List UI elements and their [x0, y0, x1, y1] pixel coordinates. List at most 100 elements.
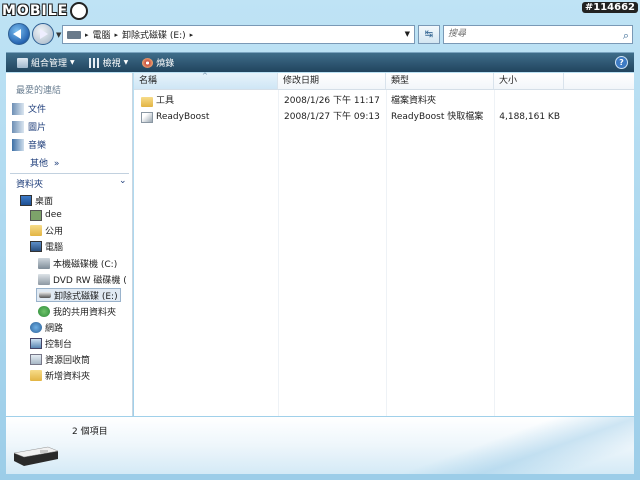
- help-button[interactable]: ?: [615, 56, 628, 69]
- refresh-button[interactable]: ↹: [418, 25, 440, 44]
- tree-item-drive-c[interactable]: 本機磁碟機 (C:): [38, 256, 117, 270]
- pane-divider: [10, 173, 129, 174]
- burn-label: 燒錄: [156, 59, 175, 69]
- breadcrumb-drive[interactable]: 卸除式磁碟 (E:): [122, 28, 186, 41]
- file-name: 工具: [156, 96, 175, 106]
- back-arrow-icon: [13, 29, 21, 39]
- favorite-links-header: 最愛的連結: [16, 86, 62, 96]
- more-links[interactable]: 其他 »: [30, 156, 59, 169]
- computer-small-icon: [67, 30, 81, 39]
- tree-item-drive-e[interactable]: 卸除式磁碟 (E:): [36, 288, 121, 302]
- column-header-type[interactable]: 類型: [386, 73, 494, 90]
- column-label: 大小: [499, 76, 518, 86]
- documents-icon: [12, 102, 24, 115]
- favorite-link-pictures[interactable]: 圖片: [12, 120, 46, 133]
- file-list: 名稱 ^ 修改日期 類型 大小 工具 2008/1/26 下午 11:17 檔案…: [134, 72, 634, 416]
- tree-label: 控制台: [45, 339, 73, 350]
- forward-arrow-icon: [40, 29, 48, 39]
- back-button[interactable]: [8, 23, 30, 45]
- desktop-icon: [20, 194, 32, 206]
- tree-item-control-panel[interactable]: 控制台: [30, 336, 72, 350]
- tree-label: 網路: [45, 323, 64, 334]
- watermark-text: MOBILE: [2, 3, 69, 19]
- tree-item-new-folder[interactable]: 新增資料夾: [30, 368, 90, 382]
- tree-label: dee: [45, 210, 62, 220]
- column-header-name[interactable]: 名稱 ^: [134, 72, 278, 90]
- tree-item-recycle-bin[interactable]: 資源回收筒: [30, 352, 90, 366]
- computer-icon: [30, 240, 42, 252]
- breadcrumb-separator-icon[interactable]: ▸: [85, 31, 89, 39]
- file-date: 2008/1/26 下午 11:17: [284, 96, 380, 106]
- navigation-pane: 最愛的連結 文件 圖片 音樂 其他 » 資料夾 ⌄ 桌面 dee 公用 電腦 本…: [6, 73, 133, 416]
- address-dropdown-icon[interactable]: ▼: [405, 30, 410, 38]
- recent-pages-dropdown[interactable]: ▼: [56, 31, 61, 39]
- views-button[interactable]: 檢視 ▼: [86, 56, 132, 69]
- double-chevron-icon: »: [53, 159, 60, 169]
- address-bar[interactable]: ▸ 電腦 ▸ 卸除式磁碟 (E:) ▸ ▼: [62, 25, 415, 44]
- search-icon[interactable]: ⌕: [623, 27, 629, 44]
- column-label: 名稱: [139, 76, 158, 86]
- tree-label: 新增資料夾: [45, 371, 91, 382]
- removable-drive-icon: [13, 446, 59, 466]
- tree-label: 本機磁碟機 (C:): [53, 259, 118, 270]
- search-placeholder: 搜尋: [448, 29, 467, 39]
- folder-icon: [30, 224, 42, 236]
- tree-label: 桌面: [35, 196, 54, 207]
- folder-icon: [141, 96, 153, 107]
- tree-item-dee[interactable]: dee: [30, 208, 62, 222]
- more-label: 其他: [30, 159, 49, 169]
- tree-item-desktop[interactable]: 桌面: [20, 193, 53, 207]
- network-icon: [30, 321, 42, 333]
- file-name-cell: 工具: [141, 94, 276, 109]
- readyboost-file-icon: [141, 112, 153, 123]
- watermark-tag: #114662: [581, 2, 638, 13]
- tree-item-computer[interactable]: 電腦: [30, 239, 63, 253]
- column-header-blank: [564, 73, 634, 90]
- details-pane: 2 個項目: [6, 417, 634, 474]
- tree-item-network[interactable]: 網路: [30, 320, 63, 334]
- column-divider: [386, 90, 387, 416]
- sort-ascending-icon: ^: [202, 72, 208, 80]
- column-header-date[interactable]: 修改日期: [278, 73, 386, 90]
- tree-label: DVD RW 磁碟機 (: [53, 275, 127, 286]
- control-panel-icon: [30, 337, 42, 349]
- column-header-size[interactable]: 大小: [494, 73, 564, 90]
- chevron-down-icon: ▼: [70, 59, 75, 66]
- user-folder-icon: [30, 209, 42, 221]
- file-row[interactable]: 工具 2008/1/26 下午 11:17 檔案資料夾: [134, 94, 634, 109]
- column-divider: [494, 90, 495, 416]
- favorite-link-music[interactable]: 音樂: [12, 138, 46, 151]
- file-row[interactable]: ReadyBoost 2008/1/27 下午 09:13 ReadyBoost…: [134, 110, 634, 125]
- decorative-streak: [364, 417, 634, 474]
- folders-header[interactable]: 資料夾 ⌄: [16, 176, 127, 190]
- views-icon: [88, 57, 100, 68]
- folders-label: 資料夾: [16, 180, 44, 190]
- favorite-label: 文件: [28, 105, 47, 115]
- file-type: 檔案資料夾: [391, 96, 437, 106]
- tree-label: 電腦: [45, 242, 64, 253]
- chevron-down-icon[interactable]: ⌄: [119, 176, 127, 186]
- file-size: 4,188,161 KB: [499, 112, 560, 122]
- tree-label: 我的共用資料夾: [53, 307, 117, 318]
- tree-item-public[interactable]: 公用: [30, 223, 63, 237]
- organize-button[interactable]: 組合管理 ▼: [14, 56, 78, 69]
- forward-button[interactable]: [32, 23, 54, 45]
- organize-label: 組合管理: [31, 59, 68, 69]
- folder-icon: [30, 369, 42, 381]
- search-input[interactable]: 搜尋 ⌕: [443, 25, 633, 44]
- tree-label: 公用: [45, 226, 64, 237]
- tree-item-shared-folder[interactable]: 我的共用資料夾: [38, 304, 116, 318]
- favorite-label: 圖片: [28, 123, 47, 133]
- breadcrumb-separator-icon[interactable]: ▸: [190, 31, 194, 39]
- breadcrumb-computer[interactable]: 電腦: [93, 28, 111, 41]
- breadcrumb-separator-icon[interactable]: ▸: [115, 31, 119, 39]
- burn-button[interactable]: 燒錄: [139, 56, 177, 69]
- tree-item-dvd-drive[interactable]: DVD RW 磁碟機 (: [38, 272, 127, 286]
- dvd-drive-icon: [38, 273, 50, 285]
- organize-icon: [17, 57, 28, 68]
- favorite-link-documents[interactable]: 文件: [12, 102, 46, 115]
- favorite-label: 音樂: [28, 141, 47, 151]
- hard-drive-icon: [38, 257, 50, 269]
- file-date: 2008/1/27 下午 09:13: [284, 112, 380, 122]
- burn-disc-icon: [142, 57, 154, 68]
